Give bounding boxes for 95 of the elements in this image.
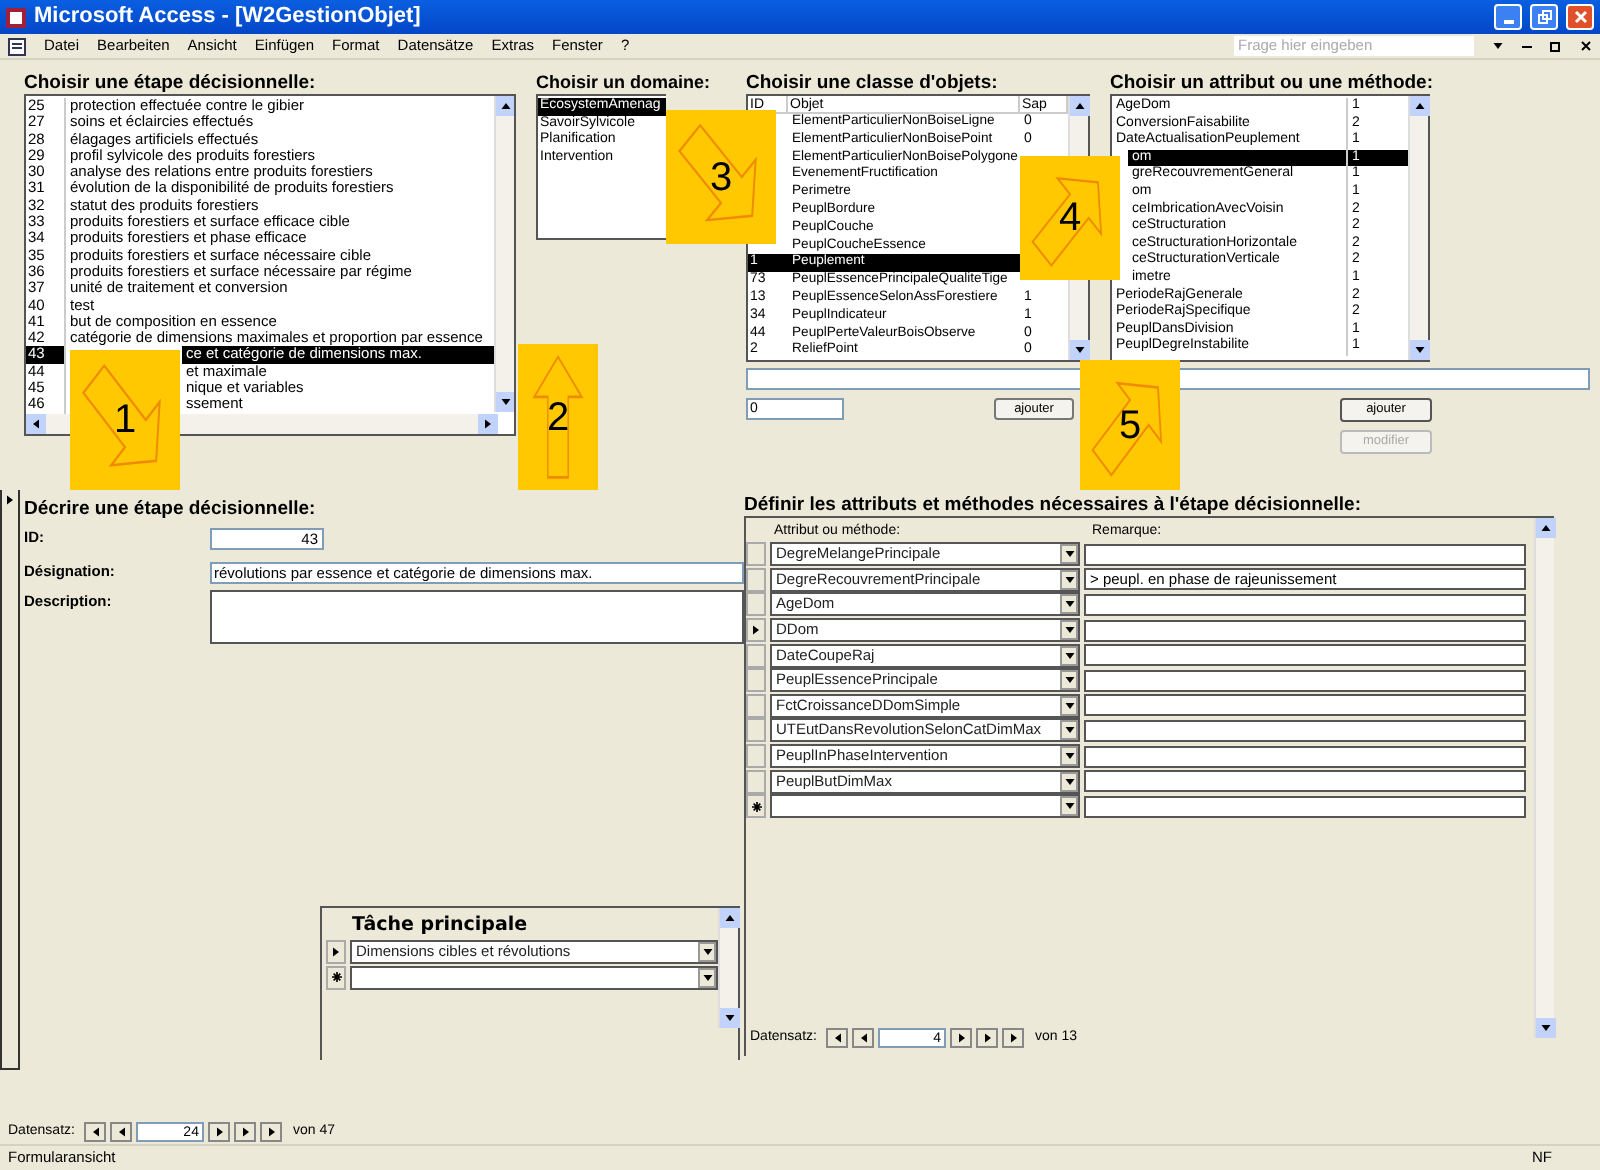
section-heading: Choisir un attribut ou une méthode: <box>1110 72 1433 94</box>
remark-field[interactable] <box>1084 719 1526 742</box>
first-icon <box>89 1126 102 1138</box>
last-icon <box>981 1031 994 1044</box>
scroll-up-button[interactable] <box>1409 96 1429 116</box>
new-record-button[interactable] <box>260 1122 283 1142</box>
remark-field[interactable] <box>1084 543 1526 566</box>
scroll-up-button[interactable] <box>1069 96 1089 116</box>
remark-field[interactable] <box>1084 745 1526 768</box>
record-selector[interactable] <box>326 939 346 963</box>
scroll-down-icon <box>499 396 511 408</box>
restore-document-icon[interactable] <box>1550 40 1562 52</box>
description-field[interactable] <box>210 590 744 644</box>
new-record-icon <box>265 1126 278 1138</box>
scroll-down-button[interactable] <box>1069 340 1089 360</box>
next-icon <box>213 1126 226 1138</box>
remark-field[interactable] <box>1084 694 1526 717</box>
section-heading: Choisir une classe d'objets: <box>746 72 998 94</box>
record-selector-bar[interactable] <box>0 490 20 1070</box>
last-icon <box>239 1126 252 1138</box>
scroll-right-icon <box>482 418 494 430</box>
scroll-up-button[interactable] <box>1535 518 1555 538</box>
record-pointer-icon <box>330 945 342 957</box>
scroll-up-button[interactable] <box>495 96 514 116</box>
scroll-down-icon <box>723 1012 735 1024</box>
remark-field[interactable] <box>1084 593 1526 616</box>
close-button[interactable] <box>1566 4 1594 30</box>
first-icon <box>831 1031 844 1044</box>
scroll-up-icon <box>1073 100 1085 112</box>
first-record-button[interactable] <box>826 1027 849 1048</box>
scroll-down-icon <box>1539 1022 1551 1034</box>
new-record-button[interactable] <box>1002 1027 1025 1048</box>
scroll-down-button[interactable] <box>719 1008 739 1028</box>
remark-field[interactable] <box>1084 619 1526 642</box>
record-selector[interactable] <box>746 618 766 643</box>
restore-button[interactable] <box>1530 4 1558 30</box>
remark-field[interactable] <box>1084 669 1526 692</box>
scroll-up-icon <box>723 912 735 924</box>
previous-icon <box>857 1031 870 1044</box>
new-record-icon <box>751 801 761 812</box>
previous-record-button[interactable] <box>852 1027 875 1048</box>
subform-heading: Tâche principale <box>350 912 530 938</box>
callout-number: 2 <box>546 397 570 437</box>
next-record-button[interactable] <box>950 1027 973 1048</box>
remark-field[interactable] <box>1084 644 1526 667</box>
scroll-up-icon <box>1413 100 1425 112</box>
section-heading: Choisir un domaine: <box>536 72 711 94</box>
app-icon <box>6 7 26 27</box>
dropdown-icon <box>701 945 713 957</box>
scroll-down-button[interactable] <box>495 392 514 412</box>
dropdown-icon <box>1492 40 1504 52</box>
record-pointer-icon <box>750 624 762 637</box>
close-icon <box>1573 10 1587 24</box>
new-record-icon <box>331 972 341 982</box>
section-heading: Décrire une étape décisionnelle: <box>24 496 316 520</box>
next-record-button[interactable] <box>208 1122 231 1142</box>
first-record-button[interactable] <box>84 1122 107 1142</box>
close-document-icon[interactable] <box>1580 40 1592 52</box>
scroll-down-button[interactable] <box>1409 340 1429 360</box>
dropdown-icon <box>701 971 713 983</box>
last-record-button[interactable] <box>234 1122 257 1142</box>
new-record-icon <box>1007 1031 1020 1044</box>
minimize-button[interactable] <box>1494 4 1522 30</box>
scroll-up-button[interactable] <box>719 908 739 928</box>
callout-number: 5 <box>1118 405 1142 445</box>
previous-icon <box>115 1126 128 1138</box>
scroll-up-icon <box>499 100 511 112</box>
callout-number: 3 <box>709 157 733 197</box>
section-heading: Définir les attributs et méthodes nécessaires à l'étape décisionnelle: <box>744 492 1361 516</box>
restore-icon <box>1537 10 1551 24</box>
scroll-left-icon <box>30 418 42 430</box>
form-icon[interactable] <box>8 37 26 55</box>
scroll-down-button[interactable] <box>1535 1018 1555 1038</box>
scroll-left-button[interactable] <box>26 414 46 434</box>
scroll-down-icon <box>1413 344 1425 356</box>
previous-record-button[interactable] <box>110 1122 133 1142</box>
minimize-document-icon[interactable] <box>1522 45 1532 47</box>
last-record-button[interactable] <box>976 1027 999 1048</box>
next-icon <box>955 1031 968 1044</box>
attribute-list[interactable] <box>1110 94 1430 362</box>
remark-field[interactable] <box>1084 770 1526 793</box>
callout-number: 1 <box>113 400 137 440</box>
task-combo-box[interactable] <box>350 965 718 989</box>
record-selector[interactable] <box>746 794 766 819</box>
scroll-down-icon <box>1073 344 1085 356</box>
scroll-right-button[interactable] <box>478 414 498 434</box>
remark-field[interactable] <box>1084 795 1526 818</box>
record-pointer-icon <box>4 494 16 506</box>
scroll-up-icon <box>1539 522 1551 534</box>
callout-number: 4 <box>1058 198 1082 238</box>
section-heading: Choisir une étape décisionnelle: <box>24 72 316 94</box>
attribute-combo-box[interactable] <box>770 794 1080 819</box>
record-selector[interactable] <box>326 965 346 989</box>
window-title: Microsoft Access - [W2GestionObjet] <box>34 2 423 33</box>
step-list[interactable] <box>24 94 516 436</box>
